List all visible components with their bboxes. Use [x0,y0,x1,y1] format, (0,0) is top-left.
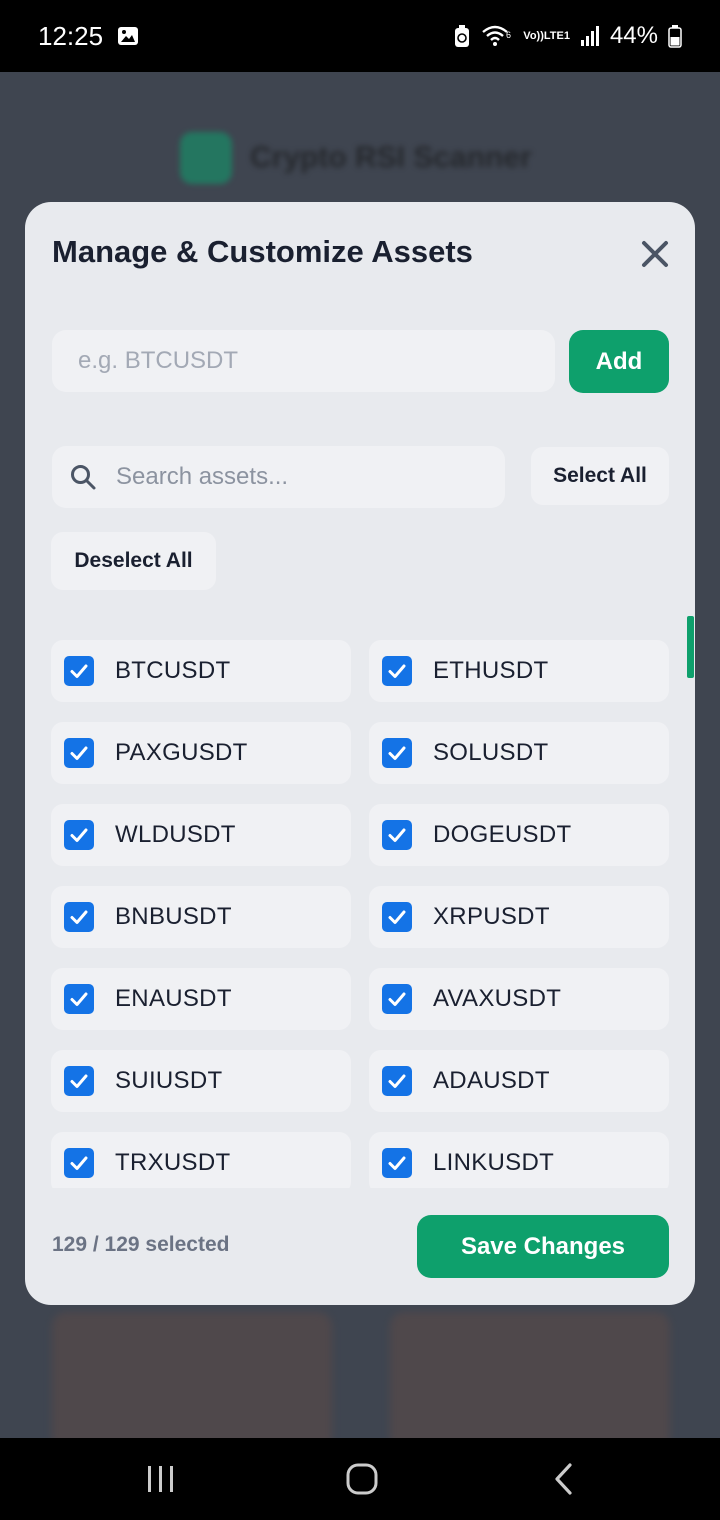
check-icon [388,992,406,1006]
scrollbar-thumb[interactable] [687,616,694,678]
add-asset-input[interactable] [52,330,555,392]
asset-checkbox[interactable] [64,656,94,686]
asset-checkbox[interactable] [64,902,94,932]
asset-checkbox[interactable] [382,738,412,768]
manage-assets-modal: Manage & Customize Assets Add Select All… [25,202,695,1305]
asset-label: AVAXUSDT [433,985,562,1012]
asset-checkbox[interactable] [382,656,412,686]
asset-item[interactable]: ADAUSDT [369,1050,669,1112]
asset-item[interactable]: ENAUSDT [51,968,351,1030]
navigation-bar [0,1438,720,1520]
search-icon [71,465,96,490]
check-icon [70,664,88,678]
asset-label: WLDUSDT [115,821,236,848]
close-icon [642,241,668,267]
check-icon [70,1156,88,1170]
asset-item[interactable]: BTCUSDT [51,640,351,702]
background-title: Crypto RSI Scanner [250,141,532,174]
recent-apps-icon [148,1466,173,1492]
asset-label: ETHUSDT [433,657,549,684]
asset-item[interactable]: PAXGUSDT [51,722,351,784]
check-icon [70,992,88,1006]
wifi-icon: 6 [481,24,513,48]
volte-icon: Vo)) LTE1 [523,29,570,42]
svg-text:6: 6 [506,30,511,40]
check-icon [388,746,406,760]
asset-label: XRPUSDT [433,903,550,930]
check-icon [388,664,406,678]
close-button[interactable] [635,234,675,274]
search-input[interactable] [116,446,496,508]
background-card [52,1312,332,1452]
check-icon [70,910,88,924]
status-bar: 12:25 6 Vo)) LTE1 44% [0,0,720,72]
asset-checkbox[interactable] [64,1148,94,1178]
home-button[interactable] [332,1456,392,1502]
asset-item[interactable]: BNBUSDT [51,886,351,948]
asset-item[interactable]: DOGEUSDT [369,804,669,866]
recent-apps-button[interactable] [131,1456,191,1502]
background-header: Crypto RSI Scanner [180,132,532,184]
asset-checkbox[interactable] [382,1148,412,1178]
asset-checkbox[interactable] [382,1066,412,1096]
asset-item[interactable]: TRXUSDT [51,1132,351,1188]
asset-checkbox[interactable] [64,738,94,768]
asset-checkbox[interactable] [382,820,412,850]
home-icon [346,1463,378,1495]
clock: 12:25 [38,20,104,51]
asset-label: PAXGUSDT [115,739,248,766]
battery-icon [668,24,682,48]
select-all-button[interactable]: Select All [531,447,669,505]
check-icon [388,828,406,842]
asset-grid: BTCUSDT ETHUSDT PAXGUSDT SOLUSDT WLDUSDT DOGE… [51,640,669,1188]
check-icon [388,910,406,924]
asset-label: BTCUSDT [115,657,231,684]
check-icon [388,1156,406,1170]
asset-item[interactable]: SUIUSDT [51,1050,351,1112]
asset-item[interactable]: SOLUSDT [369,722,669,784]
asset-checkbox[interactable] [64,1066,94,1096]
asset-item[interactable]: XRPUSDT [369,886,669,948]
asset-checkbox[interactable] [64,820,94,850]
back-button[interactable] [534,1456,594,1502]
gallery-notification-icon [117,26,139,46]
check-icon [70,828,88,842]
asset-label: BNBUSDT [115,903,232,930]
asset-label: TRXUSDT [115,1149,231,1176]
asset-item[interactable]: LINKUSDT [369,1132,669,1188]
app-logo-icon [180,132,232,184]
asset-label: DOGEUSDT [433,821,572,848]
asset-list[interactable]: BTCUSDT ETHUSDT PAXGUSDT SOLUSDT WLDUSDT DOGE… [25,640,695,1188]
selected-count: 129 / 129 selected [52,1233,230,1256]
check-icon [70,746,88,760]
asset-checkbox[interactable] [382,984,412,1014]
asset-label: SOLUSDT [433,739,549,766]
deselect-all-button[interactable]: Deselect All [51,532,216,590]
asset-label: LINKUSDT [433,1149,555,1176]
check-icon [388,1074,406,1088]
background-card [390,1312,670,1452]
asset-item[interactable]: WLDUSDT [51,804,351,866]
asset-checkbox[interactable] [64,984,94,1014]
asset-label: ADAUSDT [433,1067,550,1094]
asset-label: SUIUSDT [115,1067,223,1094]
search-box [52,446,505,508]
add-button[interactable]: Add [569,330,669,393]
battery-percent: 44% [609,22,658,49]
modal-title: Manage & Customize Assets [52,234,473,269]
battery-saver-icon [453,24,471,48]
check-icon [70,1074,88,1088]
back-icon [555,1463,572,1495]
save-changes-button[interactable]: Save Changes [417,1215,669,1278]
asset-checkbox[interactable] [382,902,412,932]
asset-item[interactable]: AVAXUSDT [369,968,669,1030]
asset-label: ENAUSDT [115,985,232,1012]
asset-item[interactable]: ETHUSDT [369,640,669,702]
signal-icon [580,25,600,47]
